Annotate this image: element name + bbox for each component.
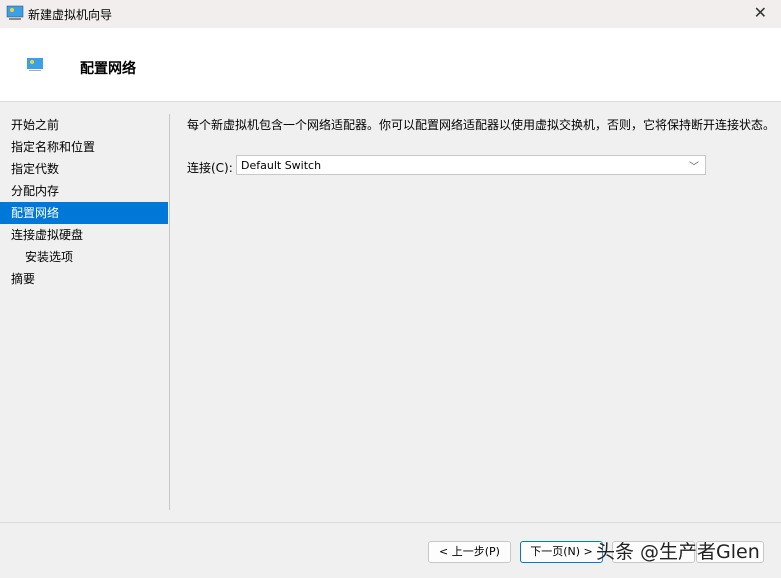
- connection-select[interactable]: Default Switch ﹀: [236, 155, 706, 175]
- step-summary[interactable]: 摘要: [0, 268, 168, 290]
- title-bar: 新建虚拟机向导 ✕: [0, 0, 781, 28]
- step-before-you-begin[interactable]: 开始之前: [0, 114, 168, 136]
- page-title: 配置网络: [80, 61, 136, 77]
- connection-value: Default Switch: [241, 159, 322, 172]
- connection-label: 连接(C):: [187, 161, 233, 175]
- step-virtual-disk[interactable]: 连接虚拟硬盘: [0, 224, 168, 246]
- monitor-icon: [27, 58, 43, 71]
- window-title: 新建虚拟机向导: [28, 8, 113, 22]
- next-button[interactable]: 下一页(N) >: [520, 541, 603, 563]
- close-button[interactable]: ✕: [754, 3, 767, 22]
- step-network[interactable]: 配置网络: [0, 202, 168, 224]
- previous-button[interactable]: < 上一步(P): [428, 541, 511, 563]
- divider: [169, 114, 170, 510]
- page-header: 配置网络: [0, 28, 781, 102]
- chevron-down-icon: ﹀: [689, 162, 699, 173]
- description-text: 每个新虚拟机包含一个网络适配器。你可以配置网络适配器以使用虚拟交换机，否则，它将…: [187, 118, 776, 132]
- step-install-options[interactable]: 安装选项: [0, 246, 168, 268]
- monitor-icon: [6, 5, 24, 20]
- watermark: 头条 @生产者Glen: [596, 541, 760, 563]
- step-memory[interactable]: 分配内存: [0, 180, 168, 202]
- wizard-steps: 开始之前 指定名称和位置 指定代数 分配内存 配置网络 连接虚拟硬盘 安装选项 …: [0, 114, 168, 290]
- step-name-location[interactable]: 指定名称和位置: [0, 136, 168, 158]
- step-generation[interactable]: 指定代数: [0, 158, 168, 180]
